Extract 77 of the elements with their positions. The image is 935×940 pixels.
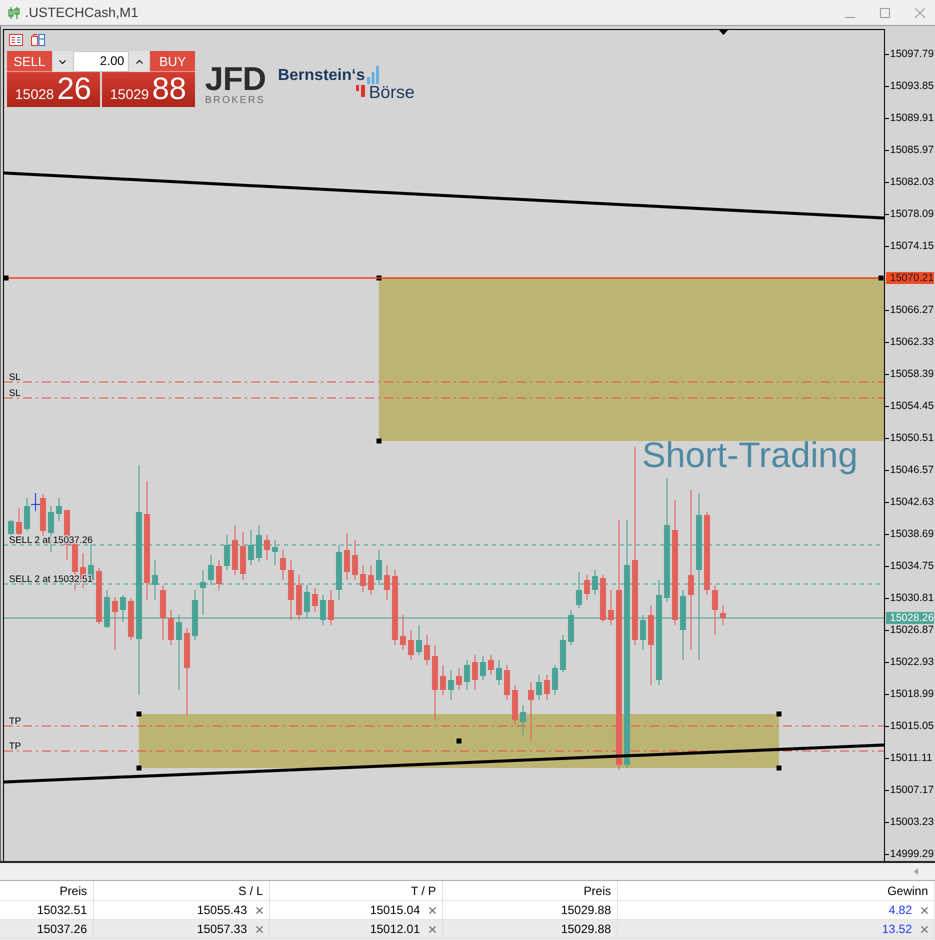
chevron-up-icon (136, 60, 143, 64)
chevron-down-icon (59, 60, 66, 64)
buy-button[interactable]: BUY (150, 51, 196, 72)
axis-label: 15089.91 (890, 112, 934, 124)
table-cell: 15029.88 (560, 922, 611, 936)
axis-label: 15026.87 (890, 624, 934, 636)
triangle-marker-icon[interactable] (719, 30, 728, 35)
close-icon[interactable] (921, 906, 928, 914)
table-cell: 15037.26 (36, 922, 87, 936)
candlestick-icon (8, 6, 20, 18)
price-tag: 15070.21 (886, 272, 934, 284)
logo-wordmark: Bernstein‘s (278, 67, 365, 84)
buy-price-button[interactable]: 15029 88 (102, 72, 195, 107)
sell-price-button[interactable]: 15028 26 (7, 72, 100, 107)
line-label: SL (9, 372, 21, 383)
logo-tagline: BROKERS (205, 95, 266, 107)
axis-label: 15058.39 (890, 368, 934, 380)
axis-label: 15030.81 (890, 592, 934, 604)
table-cell: 15015.04 (370, 903, 420, 917)
axis-label: 15022.93 (890, 656, 934, 668)
line-label: TP (9, 741, 22, 752)
axis-label: 15034.75 (890, 560, 934, 572)
axis-label: 15066.27 (890, 304, 934, 316)
axis-label: 15054.45 (890, 400, 934, 412)
logo-wordmark: JFD (205, 64, 266, 94)
table-cell: 13.52 (882, 922, 912, 936)
axis-label: 15042.63 (890, 496, 934, 508)
overlay-caption: Short-Trading (642, 435, 858, 475)
axis-label: 15078.09 (890, 208, 934, 220)
minimize-icon (845, 17, 855, 18)
axis-label: 15018.99 (890, 688, 934, 700)
table-cell: 4.82 (888, 903, 912, 917)
axis-label: 15003.23 (890, 816, 934, 828)
axis-label: 14999.29 (890, 848, 934, 860)
axis-label: 15011.11 (890, 752, 932, 764)
table-cell: 15029.88 (560, 903, 611, 917)
close-icon[interactable] (429, 926, 436, 932)
axis-label: 15097.79 (890, 48, 934, 60)
bar-chart-icon (366, 66, 379, 84)
layout-icon[interactable] (31, 34, 45, 46)
list-icon[interactable] (9, 34, 23, 46)
close-icon[interactable] (429, 906, 436, 914)
axis-label: 15093.85 (890, 80, 934, 92)
sell-button[interactable]: SELL (7, 51, 52, 72)
maximize-icon (880, 8, 890, 18)
close-icon[interactable] (256, 906, 263, 914)
cross-marker-icon (30, 492, 40, 512)
close-icon (915, 8, 925, 18)
axis-label: 15082.03 (890, 176, 934, 188)
trend-line[interactable] (4, 744, 884, 784)
close-icon[interactable] (921, 926, 928, 932)
axis-label: 15046.57 (890, 464, 934, 476)
bar-chart-icon (356, 85, 365, 97)
axis-label: 15007.17 (890, 784, 934, 796)
line-label: SL (9, 388, 21, 399)
line-label: TP (9, 716, 22, 727)
axis-label: 15085.97 (890, 144, 934, 156)
caret-left-icon[interactable] (914, 868, 918, 875)
table-cell: 15032.51 (36, 903, 87, 917)
axis-label: 15015.05 (890, 720, 934, 732)
trend-line[interactable] (4, 172, 884, 220)
logo-wordmark: Börse (368, 84, 415, 100)
table-cell: 15057.33 (196, 922, 247, 936)
window-title: .USTECHCash,M1 (25, 5, 138, 20)
shaded-zone[interactable] (136, 712, 782, 770)
price-tag: 15028.26 (886, 612, 934, 624)
table-row[interactable]: 15032.51 15055.43 15015.04 15029.88 4.82 (0, 901, 935, 920)
horizontal-line[interactable] (4, 276, 884, 280)
lot-size-field[interactable]: 2.00 (72, 51, 130, 72)
close-icon[interactable] (256, 926, 263, 932)
axis-label: 15074.15 (890, 240, 934, 252)
axis-label: 15062.33 (890, 336, 934, 348)
axis-label: 15050.51 (890, 432, 934, 444)
table-row[interactable]: 15037.26 15057.33 15012.01 15029.88 13.52 (0, 920, 935, 939)
table-cell: 15055.43 (196, 903, 247, 917)
table-cell: 15012.01 (370, 922, 420, 936)
axis-label: 15038.69 (890, 528, 934, 540)
